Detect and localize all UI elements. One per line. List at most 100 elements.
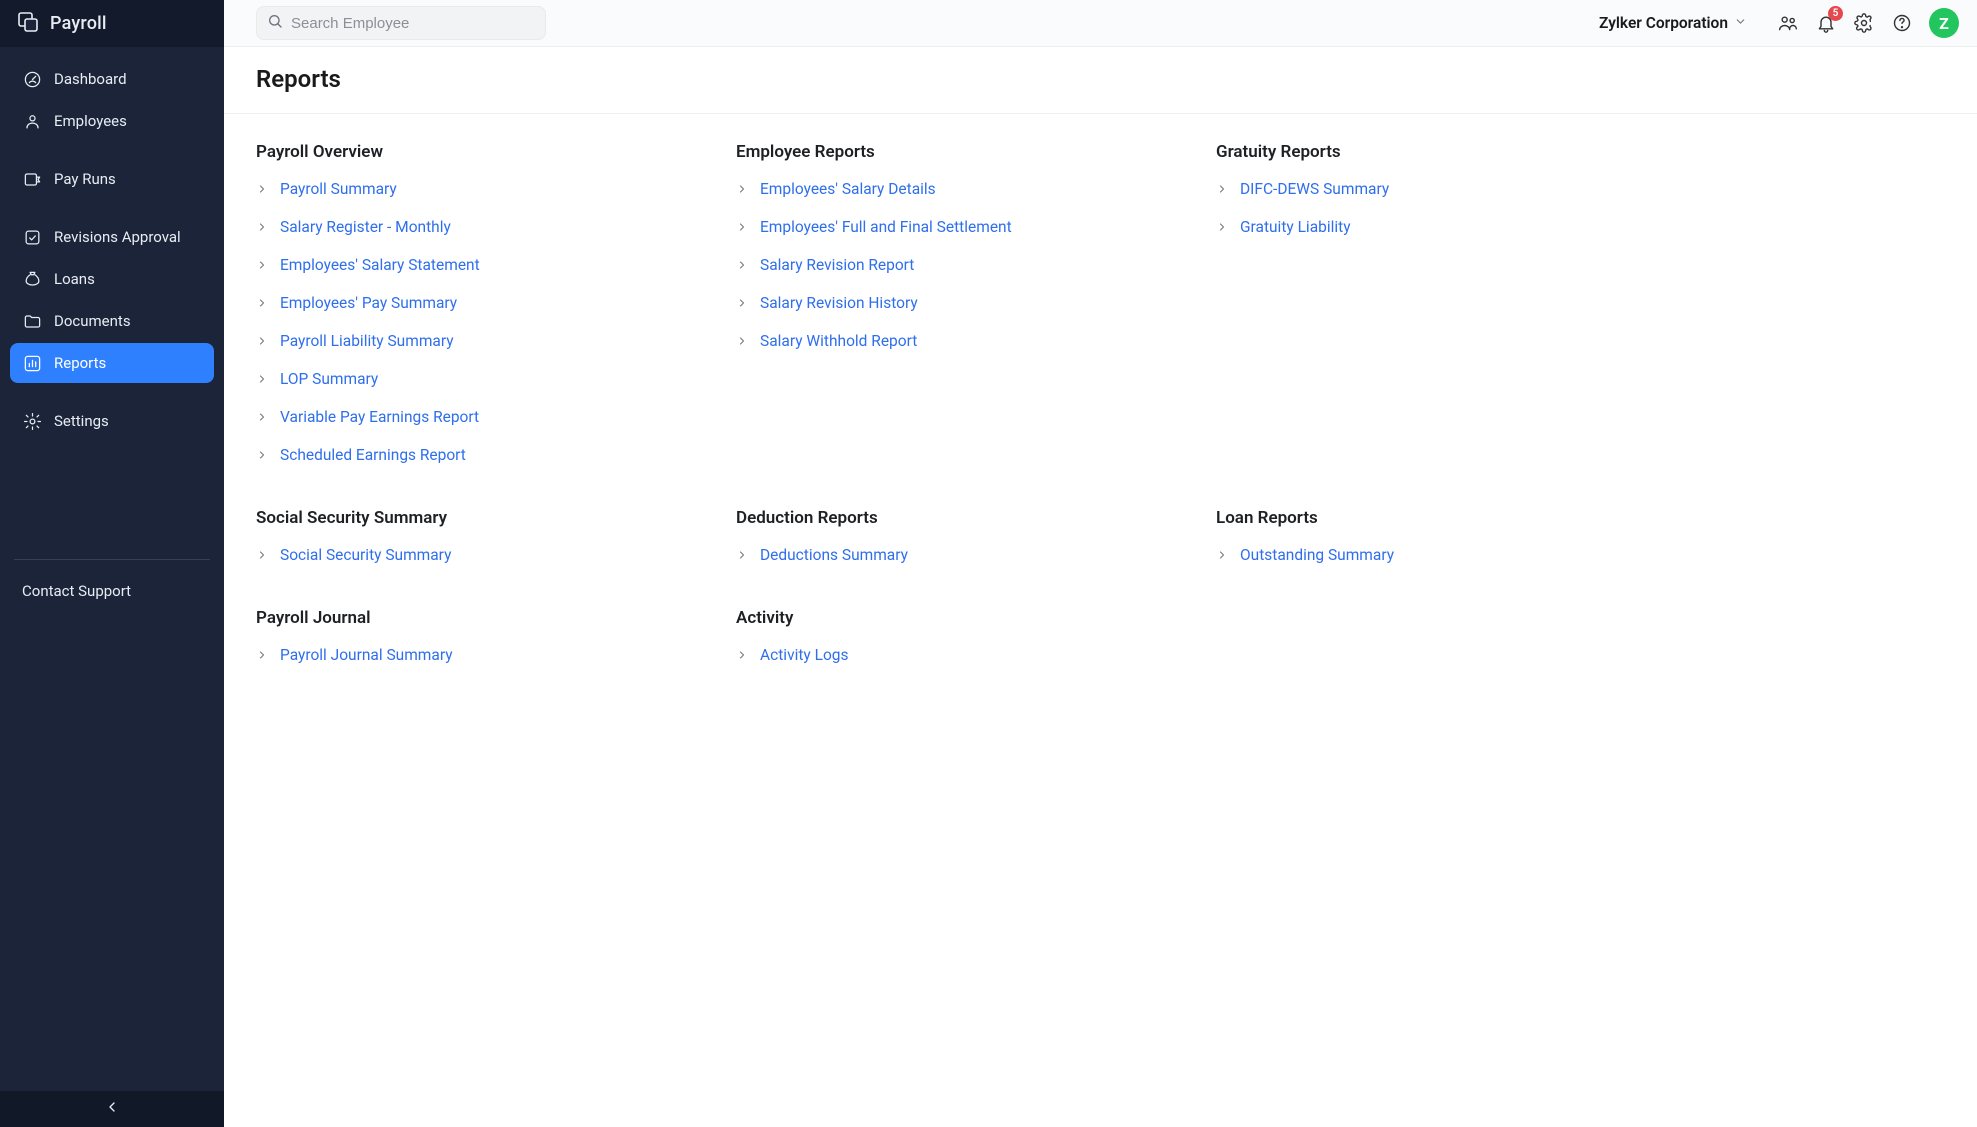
sidebar-item-settings[interactable]: Settings xyxy=(10,401,214,441)
brand-title: Payroll xyxy=(50,13,107,34)
chevron-right-icon xyxy=(256,410,270,424)
sidebar-item-payruns[interactable]: Pay Runs xyxy=(10,159,214,199)
report-list: Social Security Summary xyxy=(256,546,696,564)
report-link[interactable]: Deductions Summary xyxy=(736,546,1176,564)
chevron-right-icon xyxy=(736,258,750,272)
report-link[interactable]: Salary Revision Report xyxy=(736,256,1176,274)
page-title: Reports xyxy=(256,65,1945,93)
search-input[interactable] xyxy=(291,15,535,32)
report-link[interactable]: Gratuity Liability xyxy=(1216,218,1656,236)
report-link-label: Payroll Journal Summary xyxy=(280,646,453,664)
chevron-right-icon xyxy=(736,220,750,234)
chevron-right-icon xyxy=(736,182,750,196)
chevron-right-icon xyxy=(256,296,270,310)
report-link-label: Activity Logs xyxy=(760,646,848,664)
chevron-right-icon xyxy=(256,448,270,462)
report-section-activity: ActivityActivity Logs xyxy=(736,608,1176,664)
check-square-icon xyxy=(22,227,42,247)
chevron-right-icon xyxy=(1216,548,1230,562)
report-link-label: Salary Revision History xyxy=(760,294,918,312)
sidebar-item-label: Reports xyxy=(54,354,106,372)
report-section-deduction-reports: Deduction Reports Deductions Summary xyxy=(736,508,1176,564)
sidebar-nav: DashboardEmployees Pay Runs Revisions Appr… xyxy=(0,47,224,547)
folder-icon xyxy=(22,311,42,331)
report-link[interactable]: Employees' Pay Summary xyxy=(256,294,696,312)
notifications-icon[interactable]: 5 xyxy=(1815,12,1837,34)
sidebar-item-reports[interactable]: Reports xyxy=(10,343,214,383)
chevron-left-icon xyxy=(104,1099,120,1119)
report-link-label: Payroll Summary xyxy=(280,180,397,198)
sidebar-item-label: Revisions Approval xyxy=(54,228,181,246)
report-link[interactable]: Social Security Summary xyxy=(256,546,696,564)
avatar[interactable]: Z xyxy=(1929,8,1959,38)
report-link-label: Salary Revision Report xyxy=(760,256,914,274)
sidebar-collapse-button[interactable] xyxy=(0,1091,224,1127)
report-link[interactable]: Activity Logs xyxy=(736,646,1176,664)
report-link-label: Social Security Summary xyxy=(280,546,451,564)
report-link[interactable]: Employees' Salary Statement xyxy=(256,256,696,274)
report-section-title: Social Security Summary xyxy=(256,508,696,528)
chevron-right-icon xyxy=(256,648,270,662)
sidebar-item-loans[interactable]: Loans xyxy=(10,259,214,299)
report-link[interactable]: DIFC-DEWS Summary xyxy=(1216,180,1656,198)
report-link-label: Salary Withhold Report xyxy=(760,332,917,350)
report-list: Payroll Journal Summary xyxy=(256,646,696,664)
chevron-right-icon xyxy=(256,182,270,196)
report-section-title: Deduction Reports xyxy=(736,508,1176,528)
moneybag-icon xyxy=(22,269,42,289)
sidebar: Payroll DashboardEmployees Pay Runs Revisi… xyxy=(0,0,224,1127)
report-link-label: Employees' Full and Final Settlement xyxy=(760,218,1012,236)
sidebar-item-employees[interactable]: Employees xyxy=(10,101,214,141)
refer-icon[interactable] xyxy=(1777,12,1799,34)
chevron-right-icon xyxy=(256,258,270,272)
report-section-payroll-overview: Payroll Overview Payroll Summary Salary Re… xyxy=(256,142,696,464)
sidebar-item-dashboard[interactable]: Dashboard xyxy=(10,59,214,99)
sidebar-contact-support[interactable]: Contact Support xyxy=(0,572,224,616)
report-link[interactable]: Variable Pay Earnings Report xyxy=(256,408,696,426)
report-list: Employees' Salary Details Employees' Full… xyxy=(736,180,1176,350)
chevron-right-icon xyxy=(736,296,750,310)
sidebar-item-label: Loans xyxy=(54,270,95,288)
report-list: Activity Logs xyxy=(736,646,1176,664)
help-icon[interactable] xyxy=(1891,12,1913,34)
report-list: Payroll Summary Salary Register - Monthly… xyxy=(256,180,696,464)
chevron-right-icon xyxy=(256,372,270,386)
report-link[interactable]: Payroll Journal Summary xyxy=(256,646,696,664)
report-section-gratuity-reports: Gratuity ReportsDIFC-DEWS SummaryGratuit… xyxy=(1216,142,1656,464)
avatar-letter: Z xyxy=(1939,14,1949,33)
report-link-label: Salary Register - Monthly xyxy=(280,218,451,236)
search-box[interactable] xyxy=(256,6,546,40)
report-link[interactable]: Outstanding Summary xyxy=(1216,546,1656,564)
report-link-label: Variable Pay Earnings Report xyxy=(280,408,479,426)
report-section-title: Payroll Overview xyxy=(256,142,696,162)
main: Zylker Corporation 5 Z Report xyxy=(224,0,1977,1127)
report-link[interactable]: Employees' Full and Final Settlement xyxy=(736,218,1176,236)
report-link[interactable]: Payroll Liability Summary xyxy=(256,332,696,350)
org-name: Zylker Corporation xyxy=(1599,14,1728,32)
report-link[interactable]: Salary Register - Monthly xyxy=(256,218,696,236)
report-section-payroll-journal: Payroll JournalPayroll Journal Summary xyxy=(256,608,696,664)
report-link[interactable]: Salary Withhold Report xyxy=(736,332,1176,350)
settings-icon[interactable] xyxy=(1853,12,1875,34)
sidebar-item-revisions-approval[interactable]: Revisions Approval xyxy=(10,217,214,257)
org-switcher[interactable]: Zylker Corporation xyxy=(1599,14,1747,32)
report-link[interactable]: Scheduled Earnings Report xyxy=(256,446,696,464)
chevron-right-icon xyxy=(736,548,750,562)
sidebar-item-documents[interactable]: Documents xyxy=(10,301,214,341)
report-link-label: Employees' Salary Details xyxy=(760,180,936,198)
report-link[interactable]: Payroll Summary xyxy=(256,180,696,198)
report-link[interactable]: Salary Revision History xyxy=(736,294,1176,312)
report-link-label: DIFC-DEWS Summary xyxy=(1240,180,1389,198)
chevron-right-icon xyxy=(256,220,270,234)
report-link[interactable]: LOP Summary xyxy=(256,370,696,388)
report-link[interactable]: Employees' Salary Details xyxy=(736,180,1176,198)
report-link-label: Deductions Summary xyxy=(760,546,908,564)
chevron-right-icon xyxy=(256,334,270,348)
report-link-label: Outstanding Summary xyxy=(1240,546,1394,564)
report-section-title: Loan Reports xyxy=(1216,508,1656,528)
person-icon xyxy=(22,111,42,131)
sidebar-item-label: Documents xyxy=(54,312,131,330)
report-link-label: Scheduled Earnings Report xyxy=(280,446,466,464)
search-icon xyxy=(267,13,283,33)
report-link-label: LOP Summary xyxy=(280,370,378,388)
